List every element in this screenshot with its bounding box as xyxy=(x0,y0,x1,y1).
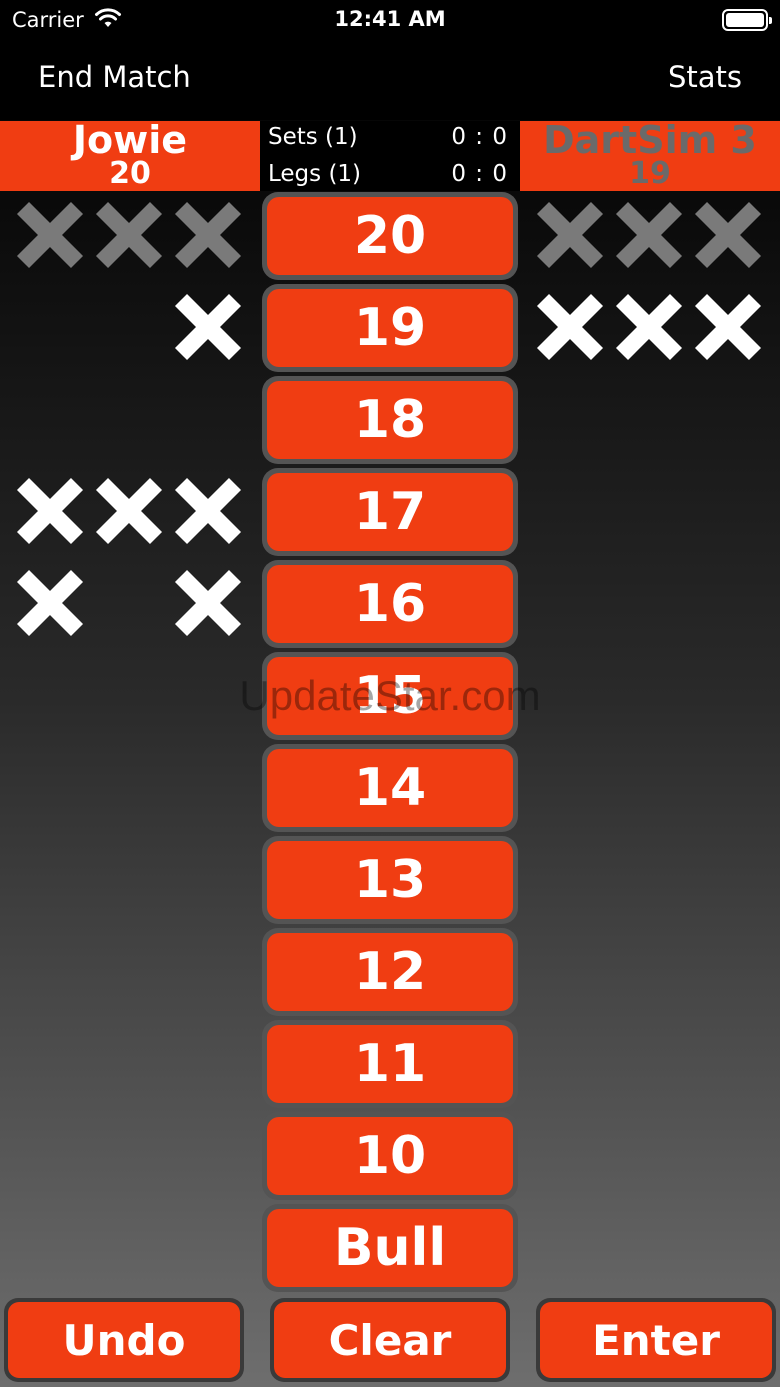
match-info: Sets (1) 0 : 0 Legs (1) 0 : 0 xyxy=(260,121,520,191)
target-button-16[interactable]: 16 xyxy=(262,560,518,648)
target-button-12[interactable]: 12 xyxy=(262,928,518,1016)
target-button-15[interactable]: 15 xyxy=(262,652,518,740)
target-button-13[interactable]: 13 xyxy=(262,836,518,924)
target-label: 20 xyxy=(267,197,513,275)
hit-mark-icon xyxy=(615,293,683,361)
target-label: 16 xyxy=(267,565,513,643)
target-button-14[interactable]: 14 xyxy=(262,744,518,832)
legs-row: Legs (1) 0 : 0 xyxy=(268,161,508,191)
sets-row: Sets (1) 0 : 0 xyxy=(268,124,508,154)
target-label: Bull xyxy=(267,1209,513,1287)
player-left-score: 20 xyxy=(109,156,151,191)
legs-value: 0 : 0 xyxy=(451,161,508,187)
target-label: 11 xyxy=(267,1025,513,1103)
clear-button[interactable]: Clear xyxy=(270,1298,510,1382)
target-label: 19 xyxy=(267,289,513,367)
hit-mark-icon xyxy=(536,293,604,361)
target-button-11[interactable]: 11 xyxy=(262,1020,518,1108)
closed-mark-icon xyxy=(615,201,683,269)
target-button-19[interactable]: 19 xyxy=(262,284,518,372)
target-button-17[interactable]: 17 xyxy=(262,468,518,556)
navigation-bar: End Match Stats xyxy=(0,40,780,120)
target-button-10[interactable]: 10 xyxy=(262,1112,518,1200)
end-match-button[interactable]: End Match xyxy=(38,60,191,94)
sets-value: 0 : 0 xyxy=(451,124,508,150)
closed-mark-icon xyxy=(16,201,84,269)
hit-mark-icon xyxy=(16,569,84,637)
status-bar: Carrier 12:41 AM xyxy=(0,0,780,40)
target-button-18[interactable]: 18 xyxy=(262,376,518,464)
clear-label: Clear xyxy=(274,1302,506,1378)
target-label: 17 xyxy=(267,473,513,551)
player-right-name: DartSim 3 xyxy=(543,118,757,162)
target-button-20[interactable]: 20 xyxy=(262,192,518,280)
battery-icon xyxy=(722,9,772,31)
undo-button[interactable]: Undo xyxy=(4,1298,244,1382)
target-label: 14 xyxy=(267,749,513,827)
hit-mark-icon xyxy=(174,293,242,361)
target-label: 13 xyxy=(267,841,513,919)
target-label: 10 xyxy=(267,1117,513,1195)
hit-mark-icon xyxy=(16,477,84,545)
enter-button[interactable]: Enter xyxy=(536,1298,776,1382)
legs-label: Legs (1) xyxy=(268,161,362,187)
sets-label: Sets (1) xyxy=(268,124,358,150)
closed-mark-icon xyxy=(95,201,163,269)
player-left-header: Jowie 20 xyxy=(0,121,260,191)
player-right-score: 19 xyxy=(629,156,671,191)
clock: 12:41 AM xyxy=(334,7,446,31)
closed-mark-icon xyxy=(174,201,242,269)
closed-mark-icon xyxy=(536,201,604,269)
undo-label: Undo xyxy=(8,1302,240,1378)
hit-mark-icon xyxy=(95,477,163,545)
player-left-name: Jowie xyxy=(72,118,188,162)
hit-mark-icon xyxy=(174,569,242,637)
target-label: 15 xyxy=(267,657,513,735)
closed-mark-icon xyxy=(694,201,762,269)
target-label: 18 xyxy=(267,381,513,459)
target-button-bull[interactable]: Bull xyxy=(262,1204,518,1292)
hit-mark-icon xyxy=(694,293,762,361)
hit-mark-icon xyxy=(174,477,242,545)
player-right-header: DartSim 3 19 xyxy=(520,121,780,191)
target-label: 12 xyxy=(267,933,513,1011)
enter-label: Enter xyxy=(540,1302,772,1378)
stats-button[interactable]: Stats xyxy=(668,60,742,94)
